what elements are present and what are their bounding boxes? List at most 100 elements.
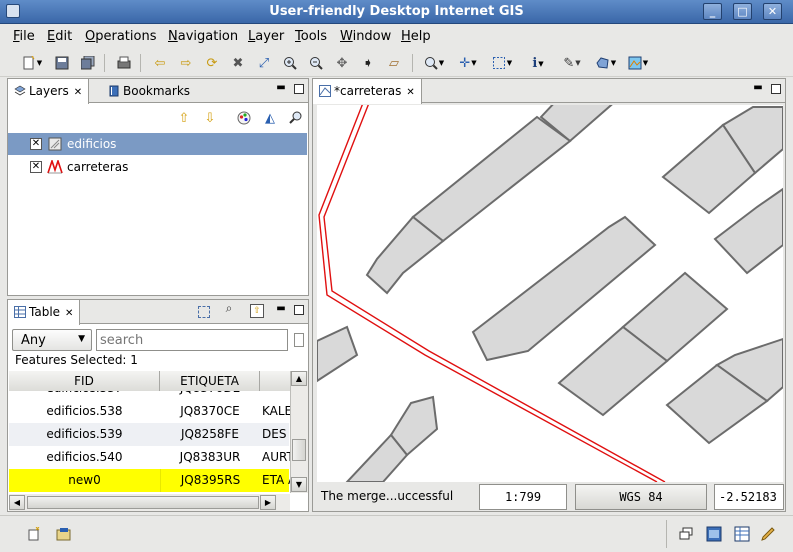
fid-cell: edificios.540 [46, 450, 123, 464]
window-title: User-friendly Desktop Internet GIS [269, 4, 524, 19]
open-catalog-icon[interactable] [54, 524, 74, 544]
new-view-icon[interactable] [24, 524, 44, 544]
edit-perspective-icon[interactable] [758, 524, 778, 544]
menu-tools[interactable]: Tools [295, 29, 327, 44]
filter-select[interactable]: Any ▼ [12, 329, 92, 351]
extra-cell: ETA A [262, 473, 290, 487]
chevron-down-icon: ▼ [78, 334, 85, 344]
search-option-checkbox[interactable] [294, 333, 304, 347]
tab-layers[interactable]: Layers ✕ [8, 79, 90, 104]
vertical-scroll-thumb[interactable] [292, 439, 306, 461]
save-all-icon[interactable] [78, 53, 98, 73]
menu-layer[interactable]: Layer [248, 29, 284, 44]
selection-tool-dropdown-icon[interactable]: ▼ [488, 53, 516, 73]
move-layer-down-icon[interactable]: ⇩ [200, 108, 220, 128]
table-row[interactable]: edificios.540 JQ8383UR AURT [9, 446, 290, 469]
refresh-icon[interactable]: ⟳ [202, 53, 222, 73]
book-icon [108, 85, 120, 97]
menu-file[interactable]: File [13, 29, 35, 44]
maximize-layers-panel-icon[interactable] [294, 84, 304, 94]
table-icon [14, 306, 26, 318]
tab-table[interactable]: Table ✕ [8, 300, 81, 325]
etiqueta-cell: JQ8370CE [180, 404, 240, 418]
status-message: The merge...uccessful [317, 484, 473, 510]
stop-icon[interactable]: ✖ [228, 53, 248, 73]
new-dropdown-icon[interactable]: ▼ [18, 53, 46, 73]
layer-row-carreteras[interactable]: ✕ carreteras [8, 156, 307, 178]
maximize-table-panel-icon[interactable] [294, 305, 304, 315]
map-graphic-dropdown-icon[interactable]: ▼ [624, 53, 652, 73]
menu-edit[interactable]: Edit [47, 29, 72, 44]
crs-button[interactable]: WGS 84 [575, 484, 707, 510]
bottom-status-bar [0, 515, 793, 552]
minimize-layers-panel-icon[interactable]: ▬ [276, 83, 286, 94]
horizontal-scroll-thumb[interactable] [27, 496, 259, 509]
fid-cell: edificios.539 [46, 427, 123, 441]
close-map-tab-icon[interactable]: ✕ [406, 87, 414, 98]
style-layer-icon[interactable] [234, 108, 254, 128]
minimize-table-panel-icon[interactable]: ▬ [276, 304, 286, 315]
select-arrow-icon[interactable]: ➧ [358, 53, 378, 73]
menu-bar: File Edit Operations Navigation Layer To… [0, 24, 793, 48]
features-selected-label: Features Selected: 1 [15, 353, 138, 367]
move-layer-up-icon[interactable]: ⇧ [174, 108, 194, 128]
minimize-button[interactable]: _ [703, 3, 722, 20]
scale-field[interactable]: 1:799 [479, 484, 567, 510]
zoom-extent-icon[interactable]: ⤢ [254, 53, 274, 73]
extra-cell: AURT [262, 450, 290, 464]
layer-search-icon[interactable] [286, 108, 306, 128]
menu-help[interactable]: Help [401, 29, 431, 44]
print-icon[interactable] [114, 53, 134, 73]
table-vertical-scrollbar[interactable]: ▲ ▼ [290, 371, 308, 493]
menu-navigation[interactable]: Navigation [168, 29, 238, 44]
layer-visibility-checkbox[interactable]: ✕ [30, 138, 42, 150]
zoom-out-icon[interactable] [306, 53, 326, 73]
pan-tool-dropdown-icon[interactable]: ✛ ▼ [454, 53, 482, 73]
scroll-down-icon[interactable]: ▼ [291, 477, 307, 492]
scroll-up-icon[interactable]: ▲ [291, 371, 307, 386]
menu-window[interactable]: Window [340, 29, 391, 44]
table-row[interactable]: edificios.539 JQ8258FE DES - [9, 423, 290, 446]
fid-cell: new0 [68, 473, 101, 487]
table-row[interactable]: edificios.538 JQ8370CE KALE [9, 400, 290, 423]
close-window-button[interactable]: ✕ [763, 3, 782, 20]
column-header-etiqueta-label: ETIQUETA [160, 371, 260, 391]
pan-icon[interactable]: ✥ [332, 53, 352, 73]
eraser-icon[interactable]: ▱ [384, 53, 404, 73]
info-tool-dropdown-icon[interactable]: i ▼ [524, 53, 552, 73]
forward-arrow-icon[interactable]: ⇨ [176, 53, 196, 73]
save-icon[interactable] [52, 53, 72, 73]
column-header-extra-label [260, 371, 290, 391]
scroll-right-icon[interactable]: ▶ [260, 495, 276, 510]
layer-properties-icon[interactable]: ◭ [260, 108, 280, 128]
zoom-to-selection-icon[interactable]: ⌕ [224, 302, 234, 314]
table-horizontal-scrollbar[interactable]: ◀ ▶ [9, 494, 290, 511]
minimize-map-panel-icon[interactable]: ▬ [753, 83, 763, 94]
table-view-icon[interactable] [732, 524, 752, 544]
edit-tool-dropdown-icon[interactable]: ✎ ▼ [558, 53, 586, 73]
zoom-tool-dropdown-icon[interactable]: ▼ [420, 53, 448, 73]
menu-operations[interactable]: Operations [85, 29, 156, 44]
close-table-tab-icon[interactable]: ✕ [65, 308, 73, 319]
select-features-icon[interactable] [198, 306, 210, 318]
maximize-button[interactable]: □ [733, 3, 752, 20]
table-search-input[interactable] [96, 329, 288, 351]
layer-visibility-checkbox[interactable]: ✕ [30, 161, 42, 173]
geometry-tool-dropdown-icon[interactable]: ▼ [592, 53, 620, 73]
map-panel: *carreteras ✕ ▬ The merge...uccessful 1:… [312, 78, 786, 512]
maximize-map-panel-icon[interactable] [771, 84, 781, 94]
close-layers-tab-icon[interactable]: ✕ [74, 87, 82, 98]
scroll-left-icon[interactable]: ◀ [9, 495, 25, 510]
back-arrow-icon[interactable]: ⇦ [150, 53, 170, 73]
perspective-icon[interactable] [704, 524, 724, 544]
table-row-highlighted[interactable]: new0 JQ8395RS ETA A [9, 469, 290, 492]
layer-row-edificios[interactable]: ✕ edificios [8, 133, 307, 155]
tab-carreteras-map[interactable]: *carreteras ✕ [313, 79, 422, 104]
restore-views-icon[interactable] [676, 524, 696, 544]
map-canvas[interactable] [317, 105, 783, 482]
tab-bookmarks[interactable]: Bookmarks [102, 79, 196, 103]
promote-selection-icon[interactable]: ⇧ [250, 304, 264, 318]
map-editor-icon [319, 85, 331, 97]
main-toolbar: ▼ ⇦ ⇨ ⟳ ✖ ⤢ ✥ ➧ ▱ ▼ ✛ ▼ ▼ i ▼ ✎ ▼ ▼ ▼ [0, 49, 793, 77]
zoom-in-icon[interactable] [280, 53, 300, 73]
